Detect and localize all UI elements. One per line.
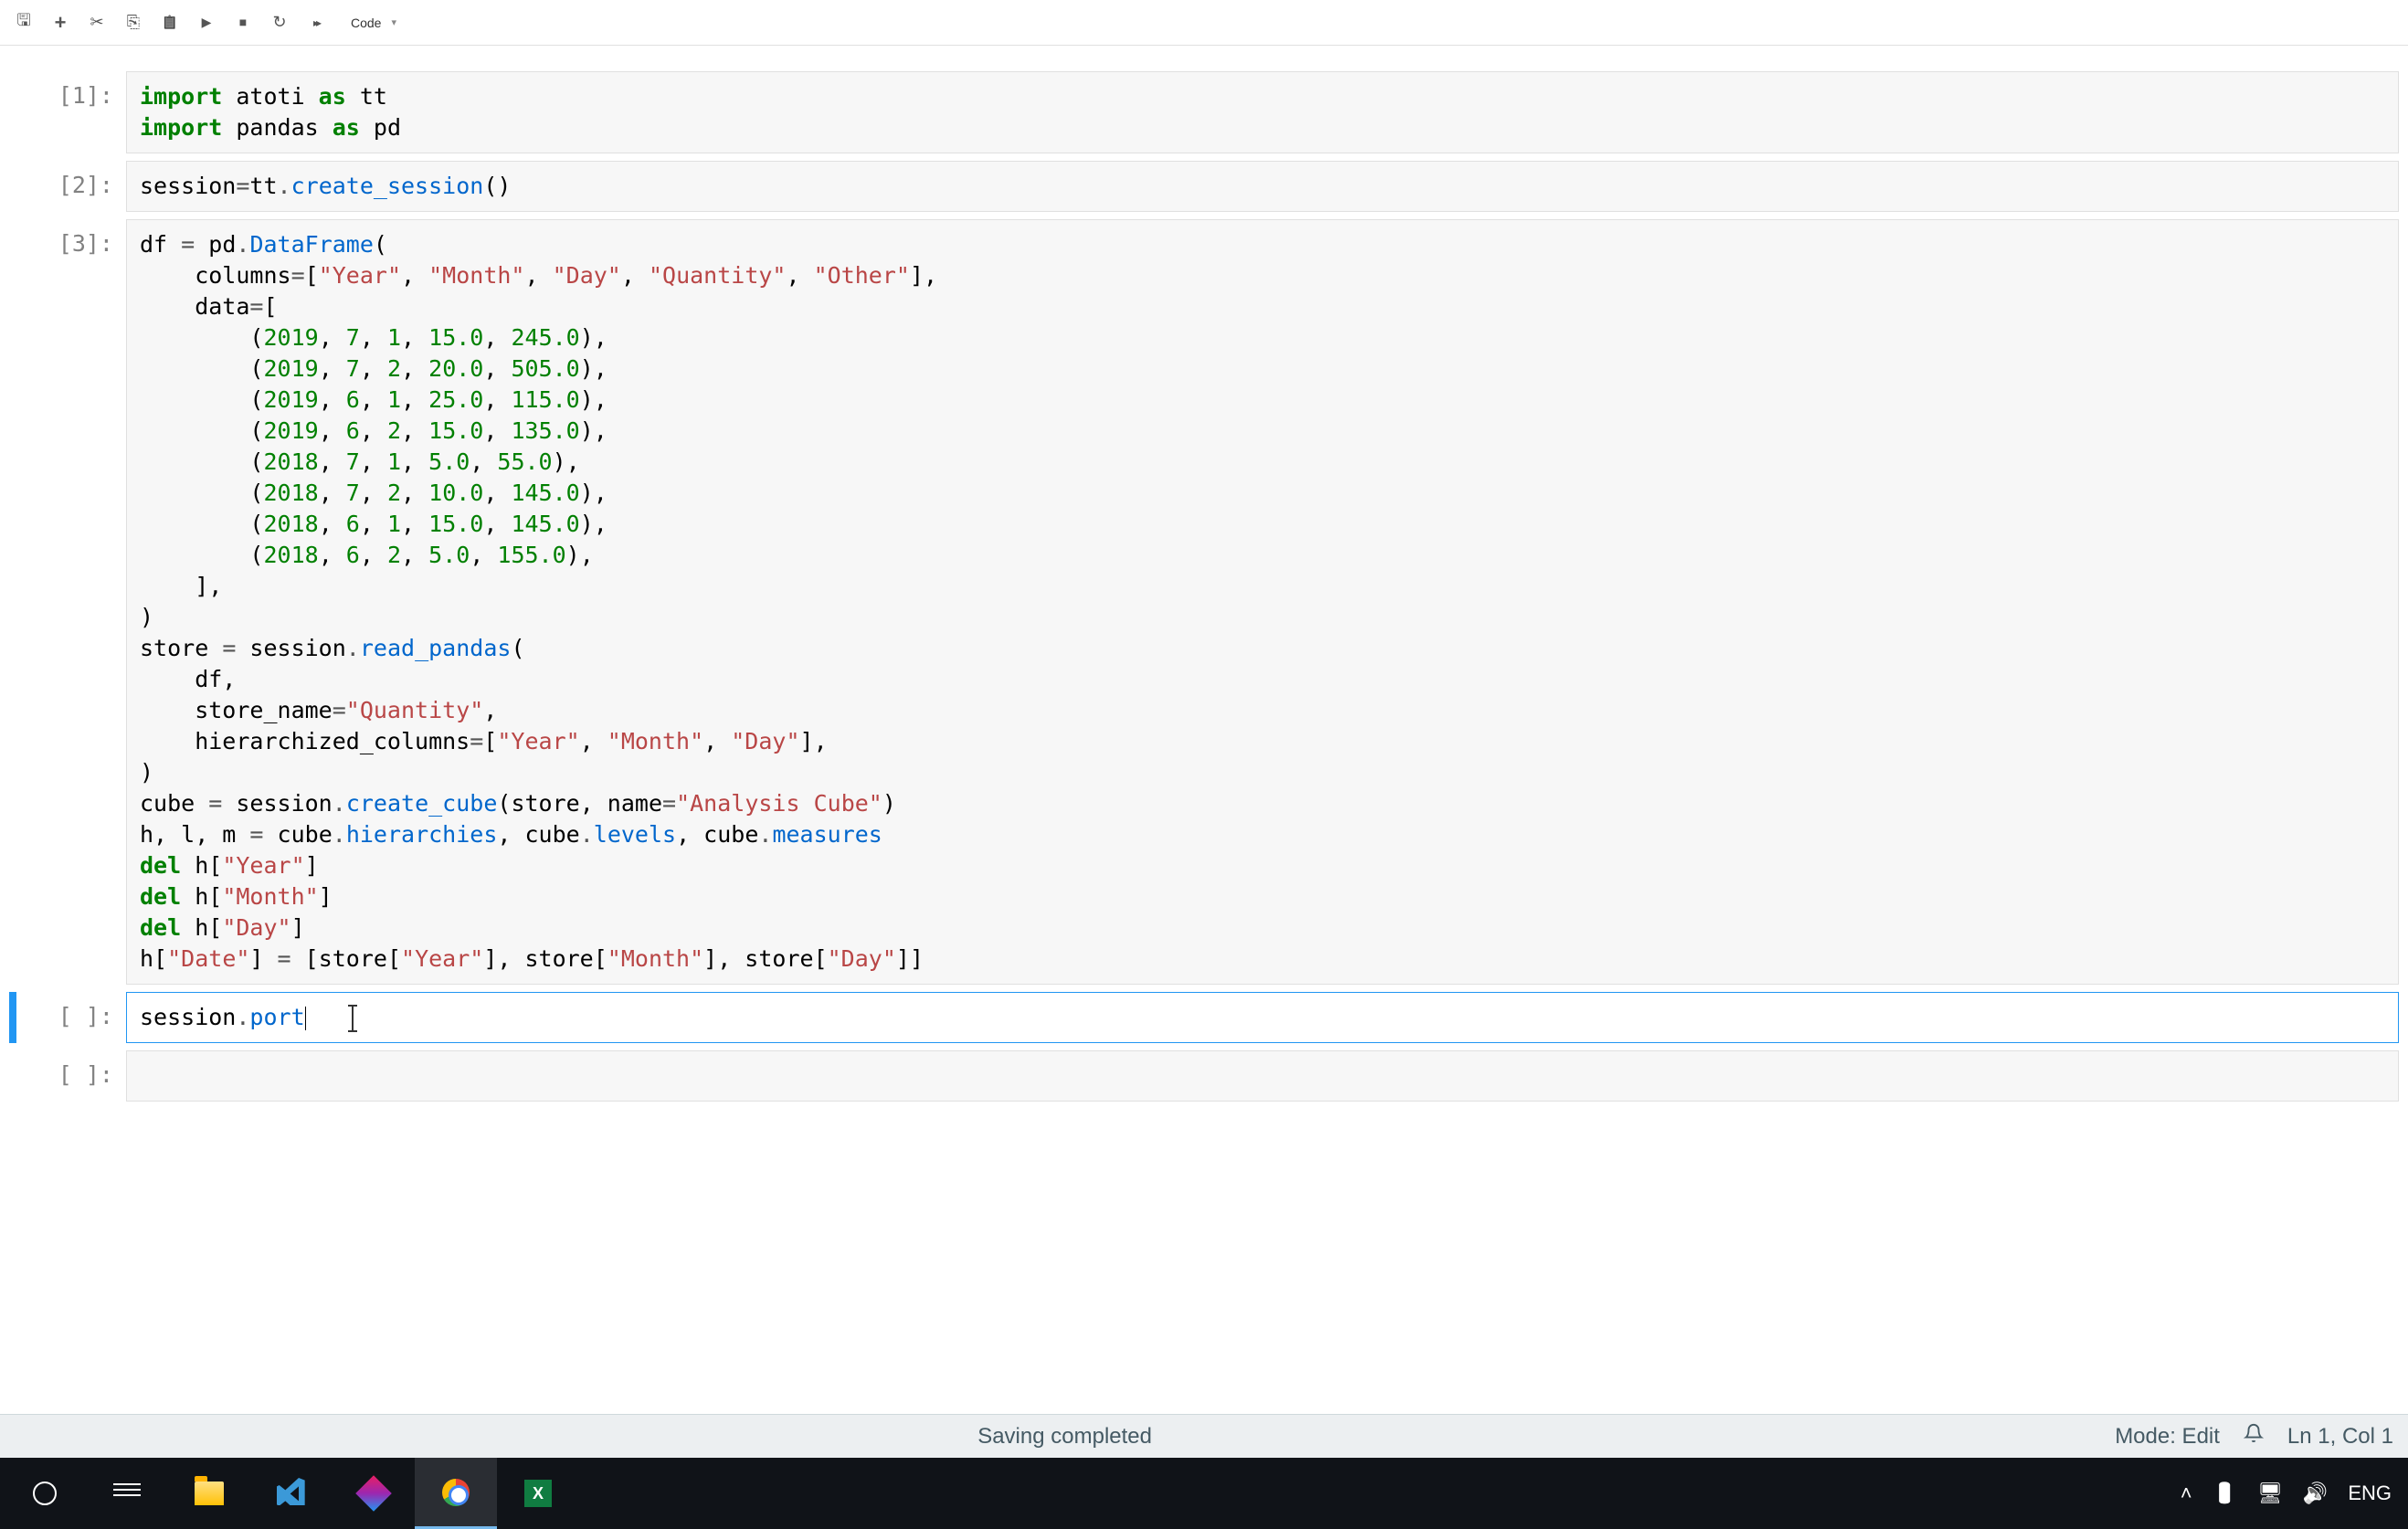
chrome-button[interactable] (415, 1458, 497, 1529)
tray-display[interactable] (2257, 1482, 2283, 1505)
cell-selection-bar (9, 1050, 16, 1102)
stop-icon (239, 15, 247, 31)
cell-selection-bar (9, 161, 16, 212)
interrupt-button[interactable] (230, 10, 256, 36)
system-tray: ENG (2168, 1482, 2404, 1505)
windows-taskbar: X ENG (0, 1458, 2408, 1529)
folder-icon (195, 1482, 224, 1505)
paste-button[interactable] (157, 10, 183, 36)
status-message: Saving completed (15, 1424, 2115, 1450)
task-view-icon (113, 1483, 141, 1503)
code-cell[interactable]: [2]: session=tt.create_session() (9, 161, 2399, 212)
code-input[interactable]: import atoti as tt import pandas as pd (126, 71, 2399, 153)
input-prompt: [ ]: (16, 1050, 126, 1102)
code-input[interactable]: df = pd.DataFrame( columns=["Year", "Mon… (126, 219, 2399, 985)
cortana-button[interactable] (4, 1458, 86, 1529)
fast-forward-icon (313, 15, 319, 31)
tray-volume[interactable] (2303, 1482, 2328, 1505)
file-explorer-button[interactable] (168, 1458, 250, 1529)
status-right: Mode: Edit Ln 1, Col 1 (2115, 1423, 2393, 1450)
excel-icon: X (524, 1480, 552, 1507)
ibeam-cursor-icon (352, 1005, 354, 1032)
battery-icon (2213, 1482, 2237, 1504)
code-cell[interactable]: [1]: import atoti as tt import pandas as… (9, 71, 2399, 153)
cell-selection-bar (9, 71, 16, 153)
insert-cell-button[interactable] (48, 10, 73, 36)
vscode-button[interactable] (250, 1458, 333, 1529)
monitor-icon (2257, 1482, 2283, 1504)
restart-icon (272, 13, 286, 32)
text-caret-icon (305, 1007, 306, 1030)
input-prompt: [1]: (16, 71, 126, 153)
cut-button[interactable] (84, 10, 110, 36)
chevron-up-icon (2181, 1482, 2192, 1504)
code-input[interactable]: session.port (126, 992, 2399, 1043)
getstarted-icon (355, 1475, 392, 1512)
vscode-icon (277, 1476, 306, 1512)
code-cell[interactable]: [ ]: (9, 1050, 2399, 1102)
tray-battery[interactable] (2213, 1482, 2237, 1505)
cell-type-select-wrap: Code (340, 12, 400, 34)
play-icon (202, 15, 212, 31)
task-view-button[interactable] (86, 1458, 168, 1529)
copy-icon (127, 13, 140, 32)
cursor-position: Ln 1, Col 1 (2287, 1424, 2393, 1450)
tray-language[interactable]: ENG (2348, 1482, 2392, 1505)
copy-button[interactable] (121, 10, 146, 36)
getstarted-button[interactable] (333, 1458, 415, 1529)
clipboard-icon (162, 15, 177, 31)
code-input[interactable]: session=tt.create_session() (126, 161, 2399, 212)
toolbar: Code (0, 0, 2408, 46)
cell-type-select[interactable]: Code (347, 12, 400, 34)
cell-selection-bar (9, 992, 16, 1043)
input-prompt: [3]: (16, 219, 126, 985)
notification-icon[interactable] (2244, 1423, 2264, 1450)
input-prompt: [2]: (16, 161, 126, 212)
chrome-icon (442, 1479, 470, 1506)
cell-selection-bar (9, 219, 16, 985)
mode-indicator: Mode: Edit (2115, 1424, 2220, 1450)
tray-overflow-button[interactable] (2181, 1482, 2192, 1505)
code-input[interactable] (126, 1050, 2399, 1102)
input-prompt: [ ]: (16, 992, 126, 1043)
run-button[interactable] (194, 10, 219, 36)
code-cell[interactable]: [3]: df = pd.DataFrame( columns=["Year",… (9, 219, 2399, 985)
excel-button[interactable]: X (497, 1458, 579, 1529)
notebook[interactable]: [1]: import atoti as tt import pandas as… (0, 46, 2408, 1414)
save-button[interactable] (11, 10, 37, 36)
restart-run-all-button[interactable] (303, 10, 329, 36)
restart-button[interactable] (267, 10, 292, 36)
status-bar: Saving completed Mode: Edit Ln 1, Col 1 (0, 1414, 2408, 1458)
cortana-icon (33, 1482, 57, 1505)
code-cell-active[interactable]: [ ]: session.port (9, 992, 2399, 1043)
save-icon (16, 9, 30, 37)
volume-icon (2303, 1482, 2328, 1504)
plus-icon (55, 11, 67, 35)
scissors-icon (90, 13, 103, 32)
